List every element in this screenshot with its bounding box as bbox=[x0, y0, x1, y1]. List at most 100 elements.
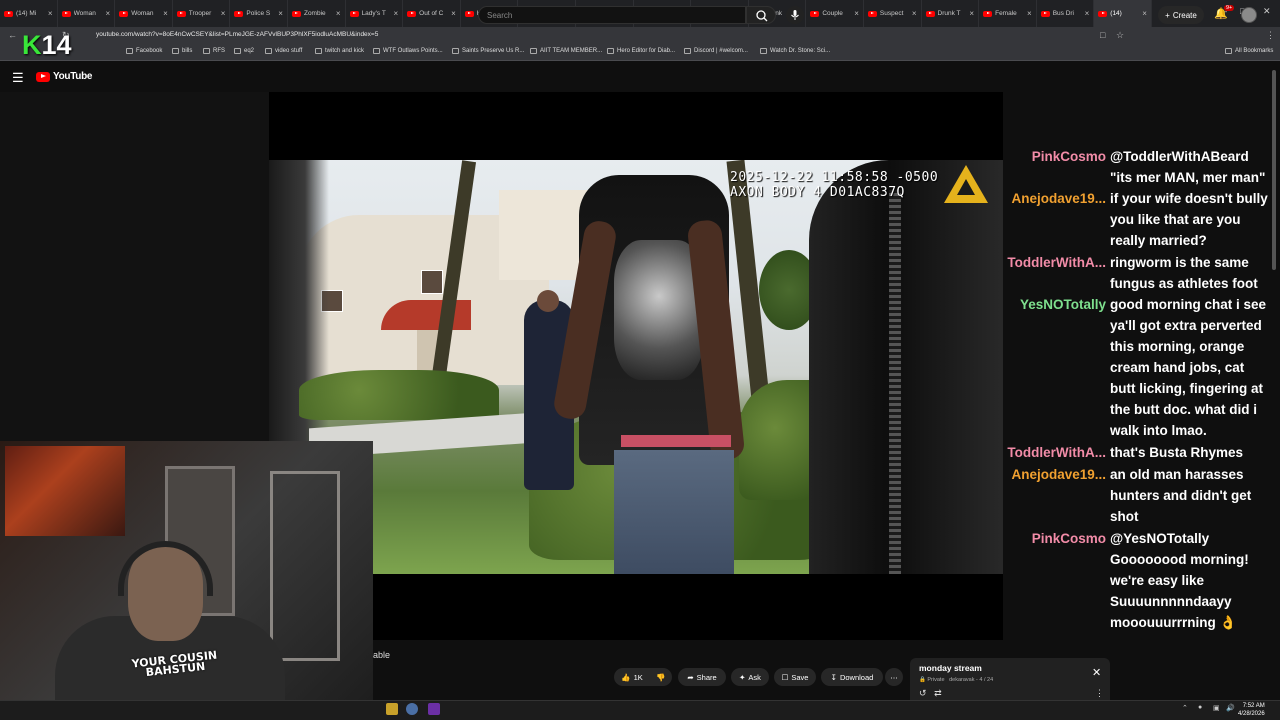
chat-author[interactable]: YesNOTotally bbox=[1003, 294, 1110, 441]
thumbs-up-icon: 👍 bbox=[621, 672, 631, 682]
taskbar-clock[interactable]: 7:52 AM 4/28/2026 bbox=[1238, 702, 1265, 718]
bookmark-item[interactable]: AIIT TEAM MEMBER... bbox=[530, 48, 602, 54]
browser-tab[interactable]: Female × bbox=[979, 0, 1037, 27]
browser-tab[interactable]: Bus Dri × bbox=[1037, 0, 1095, 27]
account-avatar[interactable] bbox=[1241, 7, 1257, 23]
browser-tab-label: Woman bbox=[131, 10, 154, 17]
bodycam-video-frame[interactable] bbox=[269, 160, 1003, 574]
share-button[interactable]: ➦ Share bbox=[678, 668, 726, 686]
search-icon bbox=[756, 10, 768, 22]
bookmark-item[interactable]: Watch Dr. Stone: Sci... bbox=[760, 48, 830, 54]
chat-author[interactable]: ToddlerWithA... bbox=[1003, 442, 1110, 463]
bookmark-item[interactable]: All Bookmarks bbox=[1225, 48, 1273, 54]
more-actions-button[interactable]: ⋯ bbox=[885, 668, 903, 686]
close-window-icon[interactable]: ✕ bbox=[1263, 6, 1271, 17]
search-input[interactable]: Search bbox=[478, 6, 746, 24]
bookmark-item[interactable]: Facebook bbox=[126, 48, 162, 54]
search-button[interactable] bbox=[746, 6, 776, 24]
bookmark-item[interactable]: twitch and kick bbox=[315, 48, 364, 54]
tab-close-icon[interactable]: × bbox=[1142, 9, 1147, 18]
bookmark-item[interactable]: Saints Preserve Us R... bbox=[452, 48, 524, 54]
bookmark-folder-icon bbox=[607, 48, 614, 54]
back-icon[interactable]: ← bbox=[8, 30, 17, 40]
browser-tab[interactable]: Zombie × bbox=[288, 0, 346, 27]
browser-tab[interactable]: Out of C × bbox=[403, 0, 461, 27]
taskbar-settings-icon[interactable] bbox=[406, 703, 418, 715]
chat-text: ringworm is the same fungus as athletes … bbox=[1110, 255, 1258, 291]
chat-author[interactable]: ToddlerWithA... bbox=[1003, 252, 1110, 294]
jeans bbox=[614, 450, 734, 574]
tab-close-icon[interactable]: × bbox=[1085, 9, 1090, 18]
bookmark-item[interactable]: WTF Outlaws Points... bbox=[373, 48, 443, 54]
ask-button[interactable]: ✦ Ask bbox=[731, 668, 769, 686]
bookmark-item[interactable]: bills bbox=[172, 48, 192, 54]
playlist-menu-icon[interactable]: ⋮ bbox=[1095, 688, 1104, 699]
loop-icon[interactable]: ↺ bbox=[919, 688, 927, 698]
browser-tab[interactable]: Lady's T × bbox=[346, 0, 404, 27]
bookmark-item[interactable]: eq2 bbox=[234, 48, 254, 54]
tab-close-icon[interactable]: × bbox=[451, 9, 456, 18]
bookmark-item[interactable]: RFS bbox=[203, 48, 225, 54]
voice-search-button[interactable] bbox=[786, 6, 804, 24]
tray-mic-icon[interactable]: ● bbox=[1198, 704, 1202, 711]
tab-close-icon[interactable]: × bbox=[278, 9, 283, 18]
tray-chevron-icon[interactable]: ⌃ bbox=[1182, 704, 1188, 712]
create-button[interactable]: + Create bbox=[1158, 6, 1204, 24]
browser-tab[interactable]: Couple × bbox=[806, 0, 864, 27]
youtube-favicon-icon bbox=[176, 10, 186, 17]
like-button[interactable]: 👍 1K bbox=[614, 668, 650, 686]
tab-close-icon[interactable]: × bbox=[221, 9, 226, 18]
url-field[interactable]: youtube.com/watch?v=8oE4nCwCSEY&list=PLm… bbox=[96, 31, 378, 38]
bookmark-star-icon[interactable]: ☆ bbox=[1116, 30, 1124, 41]
tab-close-icon[interactable]: × bbox=[854, 9, 859, 18]
browser-tab[interactable]: Trooper × bbox=[173, 0, 231, 27]
tab-close-icon[interactable]: × bbox=[163, 9, 168, 18]
bookmark-folder-icon bbox=[265, 48, 272, 54]
taskbar-app-icon[interactable] bbox=[386, 703, 398, 715]
chat-author[interactable]: PinkCosmo bbox=[1003, 146, 1110, 188]
youtube-logo[interactable]: YouTube bbox=[36, 71, 93, 82]
bookmark-folder-icon bbox=[760, 48, 767, 54]
tab-close-icon[interactable]: × bbox=[393, 9, 398, 18]
save-button[interactable]: ☐ Save bbox=[774, 668, 816, 686]
shuffle-icon[interactable]: ⇄ bbox=[934, 688, 942, 698]
browser-tab[interactable]: Police S × bbox=[230, 0, 288, 27]
tab-close-icon[interactable]: × bbox=[969, 9, 974, 18]
chat-author[interactable]: PinkCosmo bbox=[1003, 528, 1110, 633]
browser-tab-label: Drunk T bbox=[937, 10, 961, 17]
tab-close-icon[interactable]: × bbox=[106, 9, 111, 18]
tab-close-icon[interactable]: × bbox=[336, 9, 341, 18]
tab-close-icon[interactable]: × bbox=[912, 9, 917, 18]
install-icon[interactable]: □ bbox=[1100, 30, 1105, 40]
bookmark-item[interactable]: Hero Editor for Diab... bbox=[607, 48, 675, 54]
youtube-favicon-icon bbox=[4, 10, 13, 17]
chat-author[interactable]: Anejodave19... bbox=[1003, 464, 1110, 527]
browser-tab[interactable]: Suspect × bbox=[864, 0, 922, 27]
browser-tab[interactable]: (14) Mi × bbox=[0, 0, 58, 27]
bookmark-item[interactable]: Discord | #welcom... bbox=[684, 48, 748, 54]
dislike-button[interactable]: 👎 bbox=[650, 668, 672, 686]
bookmark-item[interactable]: video stuff bbox=[265, 48, 302, 54]
browser-menu-icon[interactable]: ⋮ bbox=[1266, 30, 1275, 41]
browser-tab[interactable]: Woman × bbox=[115, 0, 173, 27]
chat-scrollbar[interactable] bbox=[1272, 70, 1276, 270]
chat-message: ToddlerWithA... ringworm is the same fung… bbox=[1003, 252, 1273, 294]
playlist-title[interactable]: monday stream bbox=[919, 663, 982, 673]
taskbar-obs-icon[interactable] bbox=[428, 703, 440, 715]
playlist-close-icon[interactable]: ✕ bbox=[1092, 666, 1101, 679]
tab-close-icon[interactable]: × bbox=[48, 9, 53, 18]
browser-tab-label: Couple bbox=[822, 10, 843, 17]
browser-tab[interactable]: Woman × bbox=[58, 0, 116, 27]
bookmark-label: Discord | #welcom... bbox=[694, 48, 748, 54]
hamburger-menu-icon[interactable]: ☰ bbox=[12, 70, 24, 86]
download-button[interactable]: ↧ Download bbox=[821, 668, 883, 686]
browser-tab[interactable]: (14) × bbox=[1094, 0, 1152, 27]
tray-volume-icon[interactable]: 🔊 bbox=[1226, 704, 1235, 712]
chat-message: PinkCosmo @YesNOTotally Goooooood morning… bbox=[1003, 528, 1273, 633]
chat-message: YesNOTotally good morning chat i see ya'l… bbox=[1003, 294, 1273, 441]
tab-close-icon[interactable]: × bbox=[1027, 9, 1032, 18]
browser-tab[interactable]: Drunk T × bbox=[922, 0, 980, 27]
chat-author[interactable]: Anejodave19... bbox=[1003, 188, 1110, 251]
youtube-favicon-icon bbox=[810, 10, 820, 17]
tray-network-icon[interactable]: ▣ bbox=[1213, 704, 1220, 712]
